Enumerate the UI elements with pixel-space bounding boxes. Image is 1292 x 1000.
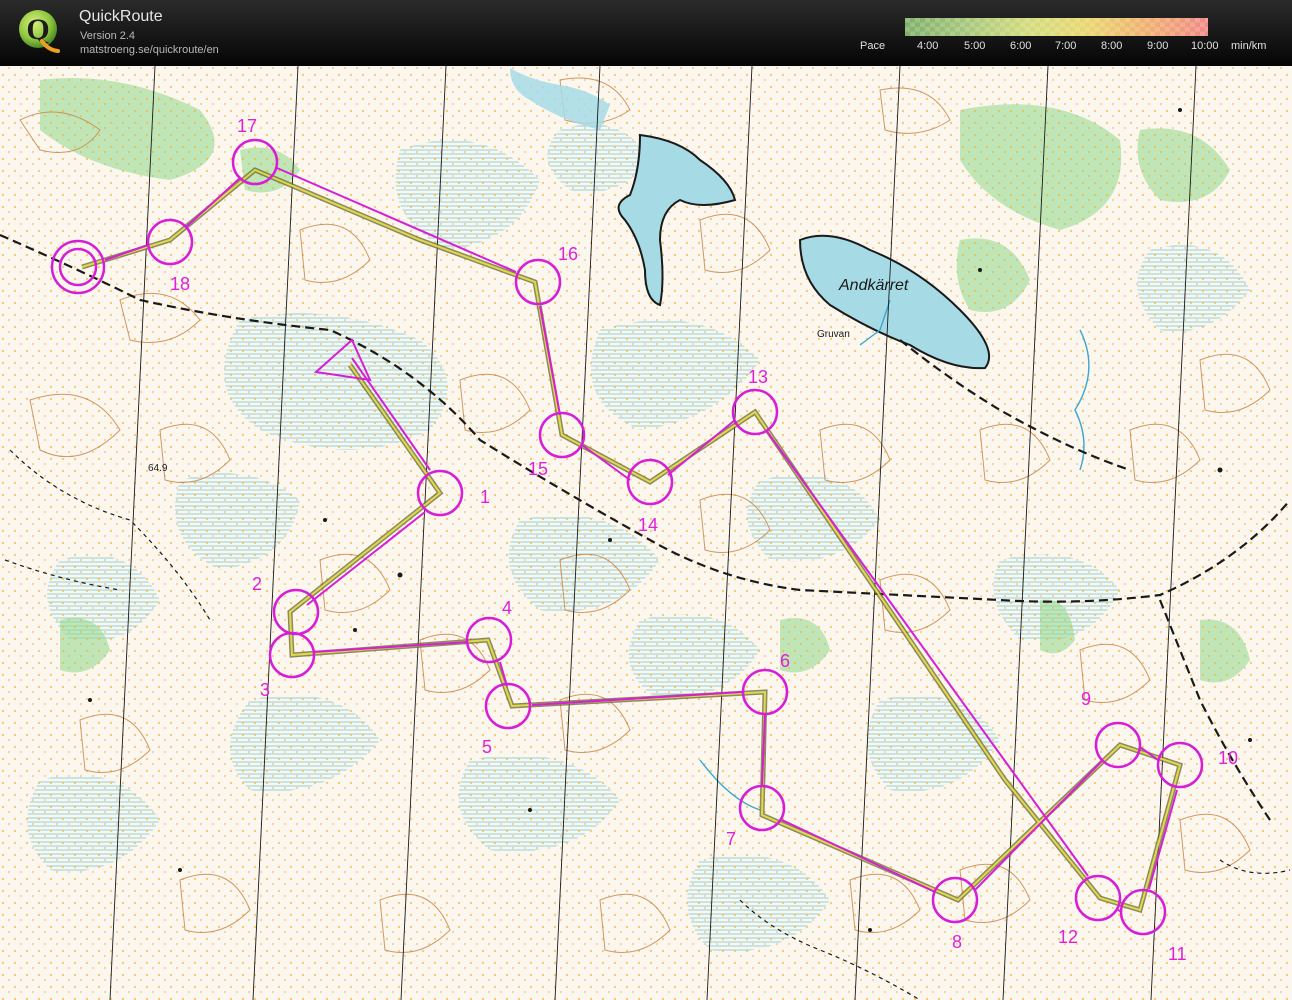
control-number-7: 7 [726,829,736,849]
app-header: Q QuickRoute Version 2.4 matstroeng.se/q… [0,0,1292,66]
control-number-18: 18 [170,274,190,294]
control-number-15: 15 [528,459,548,479]
control-number-12: 12 [1058,927,1078,947]
app-url[interactable]: matstroeng.se/quickroute/en [80,44,219,56]
pace-unit: min/km [1231,40,1267,52]
pace-tick-600: 6:00 [1010,40,1032,52]
control-number-2: 2 [252,574,262,594]
app-version: Version 2.4 [80,30,136,42]
control-number-8: 8 [952,932,962,952]
pace-tick-1000: 10:00 [1191,40,1219,52]
pace-legend-label: Pace [860,40,886,52]
control-number-1: 1 [480,487,490,507]
pace-color-bar [905,18,1208,36]
pace-tick-500: 5:00 [964,40,986,52]
control-number-9: 9 [1081,689,1091,709]
app-title: QuickRoute [79,8,163,25]
control-number-5: 5 [482,737,492,757]
control-number-13: 13 [748,367,768,387]
control-number-6: 6 [780,651,790,671]
lake-label: Andkärret [838,277,909,294]
pace-tick-700: 7:00 [1055,40,1077,52]
control-number-4: 4 [502,598,512,618]
control-number-14: 14 [638,515,658,535]
mine-label: Gruvan [817,329,850,340]
quickroute-q-logo-icon: Q [19,10,60,53]
pace-tick-800: 8:00 [1101,40,1123,52]
orienteering-map[interactable]: Andkärret Gruvan 64.9 1 2 3 4 5 6 7 8 9 … [0,66,1292,1000]
svg-text:Q: Q [26,13,49,46]
map-canvas[interactable]: Andkärret Gruvan 64.9 123456789101112131… [0,66,1292,1000]
control-number-16: 16 [558,244,578,264]
control-number-17: 17 [237,116,257,136]
pace-tick-900: 9:00 [1147,40,1169,52]
pace-tick-400: 4:00 [917,40,939,52]
height-label: 64.9 [148,463,168,474]
control-number-11: 11 [1168,944,1187,964]
control-number-10: 10 [1218,748,1238,768]
control-number-3: 3 [260,680,270,700]
